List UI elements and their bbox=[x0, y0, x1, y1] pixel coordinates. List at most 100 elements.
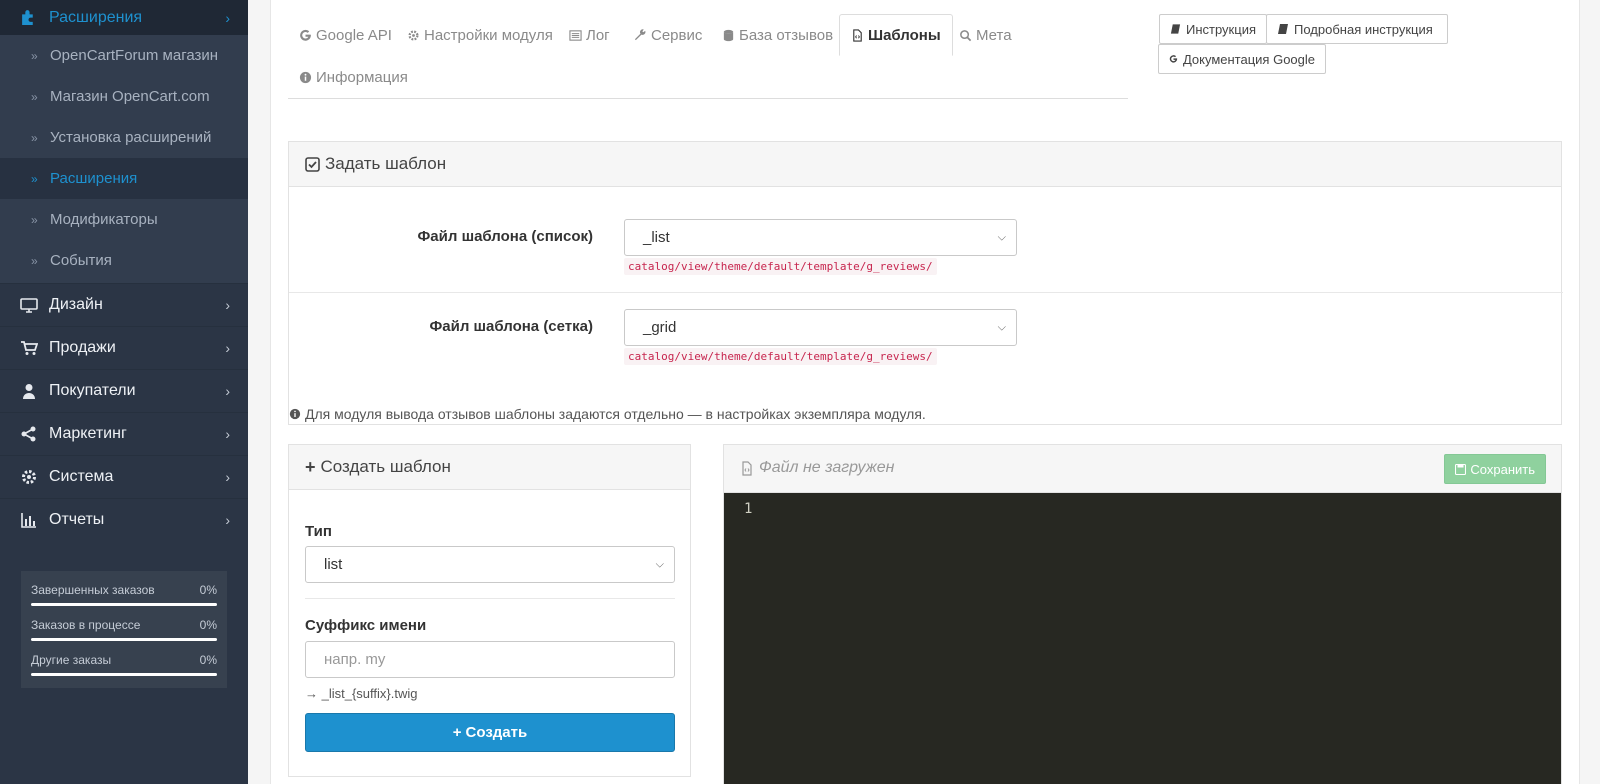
sidebar-item-label: Покупатели bbox=[49, 382, 136, 399]
tab-google-api[interactable]: Google API bbox=[288, 14, 403, 56]
progress-bar bbox=[31, 638, 217, 641]
grid-template-label: Файл шаблона (сетка) bbox=[429, 318, 593, 335]
sidebar-subitem-extensions[interactable]: » Расширения bbox=[0, 158, 248, 199]
tab-label: База отзывов bbox=[739, 26, 834, 44]
double-chevron-icon: » bbox=[31, 89, 38, 104]
search-icon bbox=[960, 29, 972, 41]
button-label: Сохранить bbox=[1470, 461, 1535, 477]
sidebar-item-reports[interactable]: Отчеты › bbox=[0, 498, 248, 541]
sidebar-subitem-label: Расширения bbox=[50, 170, 138, 187]
sidebar-item-marketing[interactable]: Маркетинг › bbox=[0, 412, 248, 455]
google-docs-button[interactable]: Документация Google bbox=[1158, 44, 1326, 74]
sidebar-subitem-label: OpenCartForum магазин bbox=[50, 47, 219, 64]
tab-service[interactable]: Сервис bbox=[623, 14, 713, 56]
suffix-label: Суффикс имени bbox=[305, 617, 427, 634]
sidebar: Расширения › » OpenCartForum магазин » М… bbox=[0, 0, 248, 784]
sidebar-item-label: Отчеты bbox=[49, 511, 105, 528]
tab-module-settings[interactable]: Настройки модуля bbox=[396, 14, 564, 56]
chevron-down-icon: ⌵ bbox=[655, 558, 664, 570]
create-template-title: Создать шаблон bbox=[320, 457, 451, 476]
module-panel: Google API Настройки модуля Лог Сервис Б… bbox=[270, 0, 1580, 784]
template-editor-card: Файл не загружен Сохранить 1 bbox=[723, 444, 1562, 784]
sidebar-item-label: Маркетинг bbox=[49, 425, 127, 442]
progress-bar bbox=[31, 603, 217, 606]
sidebar-subitem-events[interactable]: » События bbox=[0, 240, 248, 281]
tab-label: Мета bbox=[976, 26, 1012, 44]
chevron-down-icon: ⌵ bbox=[997, 231, 1006, 243]
instruction-button[interactable]: Инструкция bbox=[1159, 14, 1267, 44]
code-editor[interactable]: 1 bbox=[724, 493, 1561, 784]
book-icon bbox=[1278, 24, 1288, 34]
save-button[interactable]: Сохранить bbox=[1444, 454, 1546, 484]
sidebar-subitem-installer[interactable]: » Установка расширений bbox=[0, 117, 248, 158]
progress-value: 0% bbox=[199, 653, 217, 667]
create-button[interactable]: + Создать bbox=[305, 713, 675, 752]
type-label: Тип bbox=[305, 523, 332, 540]
set-template-header: Задать шаблон bbox=[289, 142, 1561, 187]
editor-title-text: Файл не загружен bbox=[759, 459, 895, 476]
select-value: _list bbox=[643, 229, 670, 246]
sidebar-submenu: » OpenCartForum магазин » Магазин OpenCa… bbox=[0, 35, 248, 283]
google-icon bbox=[300, 29, 311, 41]
list-template-path: catalog/view/theme/default/template/g_re… bbox=[624, 258, 937, 275]
tab-templates[interactable]: Шаблоны bbox=[839, 14, 953, 56]
tab-information[interactable]: Информация bbox=[288, 56, 419, 98]
chevron-right-icon: › bbox=[225, 512, 230, 528]
progress-label: Заказов в процессе bbox=[31, 618, 141, 632]
divider bbox=[305, 598, 675, 599]
code-file-icon bbox=[742, 460, 752, 476]
user-icon bbox=[23, 384, 35, 399]
chevron-right-icon: › bbox=[225, 340, 230, 356]
chevron-right-icon: › bbox=[225, 469, 230, 485]
sidebar-item-extensions[interactable]: Расширения › bbox=[0, 0, 248, 35]
suffix-hint: → _list_{suffix}.twig bbox=[305, 686, 418, 701]
list-template-select[interactable]: _list ⌵ bbox=[624, 219, 1017, 256]
button-label: Инструкция bbox=[1186, 21, 1256, 37]
suffix-input[interactable]: напр. my bbox=[305, 641, 675, 678]
note-text: Для модуля вывода отзывов шаблоны задают… bbox=[305, 406, 926, 422]
progress-label: Завершенных заказов bbox=[31, 583, 155, 597]
gear-icon bbox=[408, 29, 419, 41]
progress-label: Другие заказы bbox=[31, 653, 112, 667]
gear-icon bbox=[22, 470, 36, 484]
wrench-icon bbox=[634, 28, 646, 40]
tab-meta[interactable]: Мета bbox=[948, 14, 1023, 56]
google-icon bbox=[1169, 55, 1178, 63]
input-placeholder: напр. my bbox=[324, 651, 386, 668]
double-chevron-icon: » bbox=[31, 212, 38, 227]
divider bbox=[289, 292, 1563, 293]
progress-value: 0% bbox=[199, 618, 217, 632]
tab-reviews-db[interactable]: База отзывов bbox=[711, 14, 844, 56]
chevron-down-icon: ⌵ bbox=[997, 321, 1006, 333]
tab-label: Информация bbox=[316, 68, 408, 86]
code-file-icon bbox=[853, 28, 862, 42]
button-label: Подробная инструкция bbox=[1294, 21, 1433, 37]
info-icon bbox=[289, 408, 301, 420]
desktop-icon bbox=[20, 298, 38, 313]
sidebar-item-design[interactable]: Дизайн › bbox=[0, 283, 248, 326]
sidebar-subitem-label: Модификаторы bbox=[50, 211, 158, 228]
tab-label: Шаблоны bbox=[868, 26, 941, 44]
grid-template-select[interactable]: _grid ⌵ bbox=[624, 309, 1017, 346]
type-select[interactable]: list ⌵ bbox=[305, 546, 675, 583]
sidebar-item-system[interactable]: Система › bbox=[0, 455, 248, 498]
progress-bar bbox=[31, 673, 217, 676]
sidebar-item-customers[interactable]: Покупатели › bbox=[0, 369, 248, 412]
sidebar-subitem-label: Магазин OpenCart.com bbox=[50, 88, 210, 105]
detailed-instruction-button[interactable]: Подробная инструкция bbox=[1266, 14, 1448, 44]
sidebar-item-label: Продажи bbox=[49, 339, 116, 356]
list-template-label: Файл шаблона (список) bbox=[417, 228, 594, 245]
tab-label: Лог bbox=[586, 26, 610, 44]
sidebar-item-sales[interactable]: Продажи › bbox=[0, 326, 248, 369]
sidebar-subitem-label: Установка расширений bbox=[50, 129, 212, 146]
sidebar-subitem-modifications[interactable]: » Модификаторы bbox=[0, 199, 248, 240]
sidebar-subitem-ocstore[interactable]: » Магазин OpenCart.com bbox=[0, 76, 248, 117]
sidebar-subitem-ocforum[interactable]: » OpenCartForum магазин bbox=[0, 35, 248, 76]
sidebar-item-label: Расширения bbox=[49, 8, 143, 26]
tab-log[interactable]: Лог bbox=[558, 14, 621, 56]
content-area: Google API Настройки модуля Лог Сервис Б… bbox=[248, 0, 1600, 784]
bar-chart-icon bbox=[21, 513, 36, 528]
select-value: list bbox=[324, 556, 343, 573]
chevron-right-icon: › bbox=[225, 297, 230, 313]
editor-title: Файл не загружен bbox=[740, 459, 894, 477]
